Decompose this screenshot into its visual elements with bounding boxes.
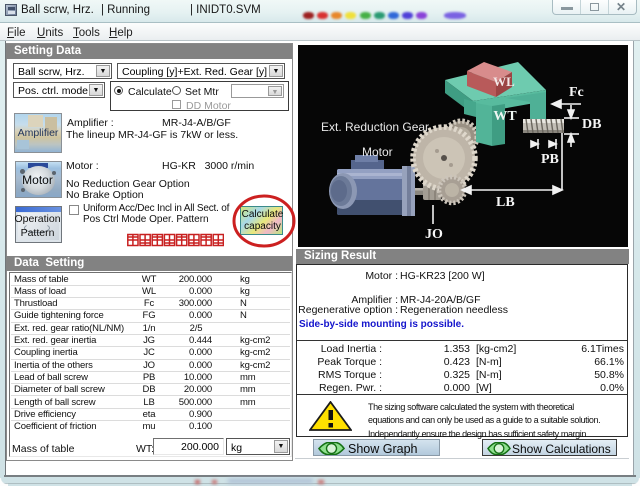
svg-text:Ext. Reduction Gear: Ext. Reduction Gear [321, 120, 429, 134]
svg-text:Motor: Motor [362, 145, 393, 159]
svg-text:PB: PB [541, 152, 559, 167]
svg-text:DB: DB [582, 117, 601, 132]
svg-text:LB: LB [496, 195, 515, 210]
svg-text:Fc: Fc [569, 85, 584, 100]
svg-text:WT: WT [493, 109, 517, 124]
svg-text:JO: JO [425, 227, 443, 242]
svg-text:WL: WL [493, 74, 515, 89]
